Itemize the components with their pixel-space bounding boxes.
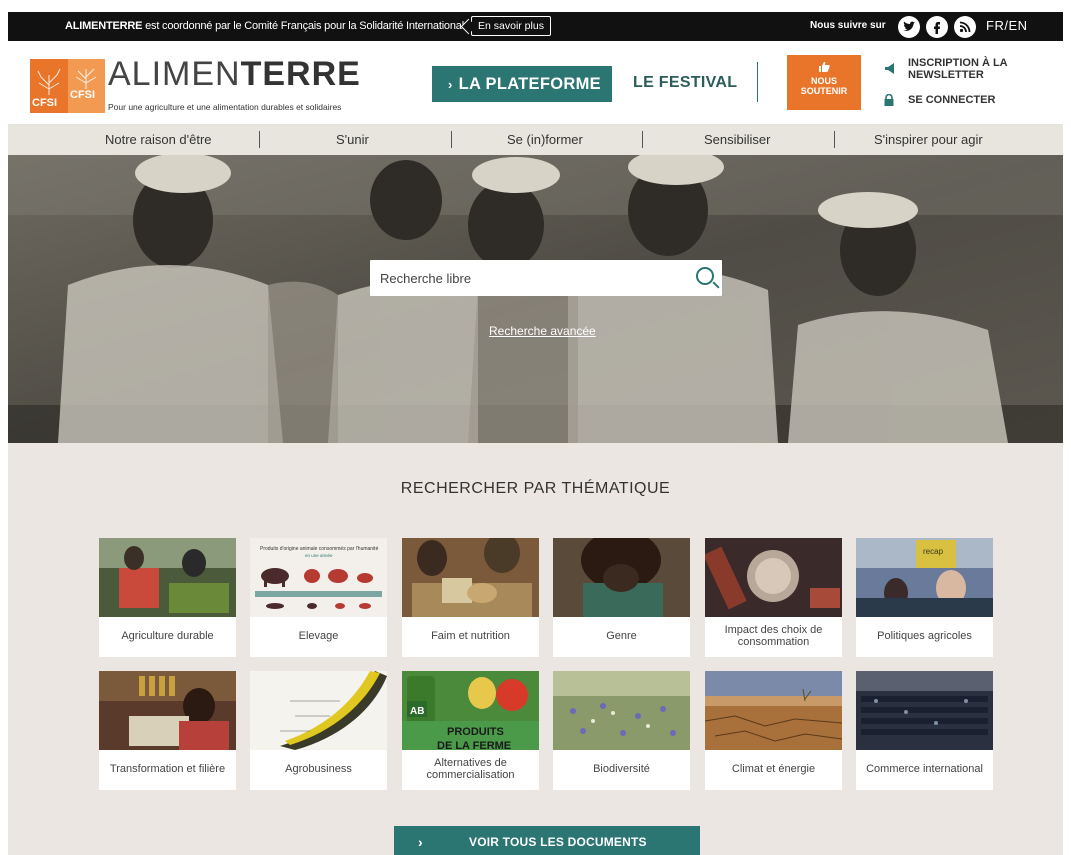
twitter-icon[interactable] xyxy=(898,16,920,38)
theme-thumbnail: Produits d'origine animale consommés par… xyxy=(250,538,387,617)
theme-label: Genre xyxy=(606,630,637,642)
theme-card-elevage[interactable]: Produits d'origine animale consommés par… xyxy=(250,538,387,657)
site-tagline: Pour une agriculture et une alimentation… xyxy=(108,102,342,112)
nav-item-raison-detre[interactable]: Notre raison d'être xyxy=(105,132,212,147)
rss-icon[interactable] xyxy=(954,16,976,38)
theme-thumbnail xyxy=(99,671,236,750)
main-nav: Notre raison d'être S'unir Se (in)former… xyxy=(8,124,1063,155)
thumbs-up-icon xyxy=(787,61,861,73)
theme-label: Politiques agricoles xyxy=(877,630,972,642)
theme-label: Climat et énergie xyxy=(731,763,816,775)
theme-card-biodiversite[interactable]: Biodiversité xyxy=(553,671,690,790)
theme-thumbnail xyxy=(705,671,842,750)
chevron-right-icon: › xyxy=(448,77,453,92)
svg-text:DE LA FERME: DE LA FERME xyxy=(437,740,511,750)
nav-item-sensibiliser[interactable]: Sensibiliser xyxy=(704,132,770,147)
page: ALIMENTERRE est coordonné par le Comité … xyxy=(8,12,1063,855)
support-button[interactable]: NOUS SOUTENIR xyxy=(787,55,861,110)
search-box xyxy=(370,260,722,296)
learn-more-link[interactable]: En savoir plus xyxy=(471,16,551,36)
language-switch[interactable]: FR/EN xyxy=(986,18,1028,33)
theme-card-genre[interactable]: Genre xyxy=(553,538,690,657)
theme-card-impact-consommation[interactable]: Impact des choix de consommation xyxy=(705,538,842,657)
theme-card-agrobusiness[interactable]: Agrobusiness xyxy=(250,671,387,790)
lock-icon xyxy=(884,93,894,109)
search-input[interactable] xyxy=(370,260,680,296)
theme-thumbnail xyxy=(553,671,690,750)
facebook-icon[interactable] xyxy=(926,16,948,38)
theme-label: Agriculture durable xyxy=(121,630,214,642)
theme-card-agriculture-durable[interactable]: Agriculture durable xyxy=(99,538,236,657)
theme-card-climat-energie[interactable]: Climat et énergie xyxy=(705,671,842,790)
svg-text:en une année: en une année xyxy=(305,553,333,558)
svg-text:PRODUITS: PRODUITS xyxy=(447,726,504,738)
theme-label: Alternatives de commercialisation xyxy=(426,757,515,781)
logo-text: CFSI xyxy=(70,89,96,101)
theme-card-commerce-international[interactable]: Commerce international xyxy=(856,671,993,790)
site-brand[interactable]: ALIMENTERRE xyxy=(108,55,361,94)
view-all-documents-button[interactable]: › VOIR TOUS LES DOCUMENTS xyxy=(394,826,700,855)
theme-card-transformation-filiere[interactable]: Transformation et filière xyxy=(99,671,236,790)
theme-thumbnail xyxy=(553,538,690,617)
theme-thumbnail xyxy=(856,671,993,750)
hero-photo xyxy=(8,155,1063,443)
nav-item-sinspirer[interactable]: S'inspirer pour agir xyxy=(874,132,983,147)
theme-label: Commerce international xyxy=(866,763,983,775)
megaphone-icon xyxy=(884,63,896,77)
nav-item-sunir[interactable]: S'unir xyxy=(336,132,369,147)
theme-label: Faim et nutrition xyxy=(431,630,510,642)
theme-card-politiques-agricoles[interactable]: recap Politiques agricoles xyxy=(856,538,993,657)
theme-thumbnail: recap xyxy=(856,538,993,617)
nav-item-seinformer[interactable]: Se (in)former xyxy=(507,132,583,147)
festival-link[interactable]: LE FESTIVAL xyxy=(633,74,737,92)
theme-label: Elevage xyxy=(298,630,339,642)
divider xyxy=(757,62,758,102)
theme-thumbnail xyxy=(250,671,387,750)
theme-card-faim-nutrition[interactable]: Faim et nutrition xyxy=(402,538,539,657)
follow-label: Nous suivre sur xyxy=(810,20,886,31)
plateforme-button[interactable]: › LA PLATEFORME xyxy=(432,66,612,102)
top-bar: ALIMENTERRE est coordonné par le Comité … xyxy=(8,12,1063,41)
cfsi-logo[interactable]: CFSI CFSI xyxy=(30,59,105,113)
coordination-notice: ALIMENTERRE est coordonné par le Comité … xyxy=(65,20,470,32)
search-icon[interactable] xyxy=(696,267,714,285)
section-title: RECHERCHER PAR THÉMATIQUE xyxy=(400,480,671,497)
svg-text:Produits d'origine animale con: Produits d'origine animale consommés par… xyxy=(260,546,379,552)
svg-text:AB: AB xyxy=(410,706,424,717)
hero-banner: Recherche avancée xyxy=(8,155,1063,443)
theme-thumbnail xyxy=(402,538,539,617)
site-header: CFSI CFSI ALIMENTERRE Pour une agricultu… xyxy=(8,41,1063,124)
logo-text: CFSI xyxy=(32,97,58,109)
theme-label: Transformation et filière xyxy=(109,763,226,775)
advanced-search-link[interactable]: Recherche avancée xyxy=(489,324,596,338)
theme-label: Biodiversité xyxy=(593,763,650,775)
svg-text:recap: recap xyxy=(923,547,944,556)
theme-thumbnail xyxy=(705,538,842,617)
chevron-right-icon: › xyxy=(418,834,423,850)
theme-thumbnail: AB PRODUITS DE LA FERME xyxy=(402,671,539,750)
theme-card-alternatives-commercialisation[interactable]: AB PRODUITS DE LA FERME Alternatives de … xyxy=(402,671,539,790)
theme-label: Impact des choix de consommation xyxy=(724,624,823,648)
theme-thumbnail xyxy=(99,538,236,617)
theme-label: Agrobusiness xyxy=(285,763,352,775)
